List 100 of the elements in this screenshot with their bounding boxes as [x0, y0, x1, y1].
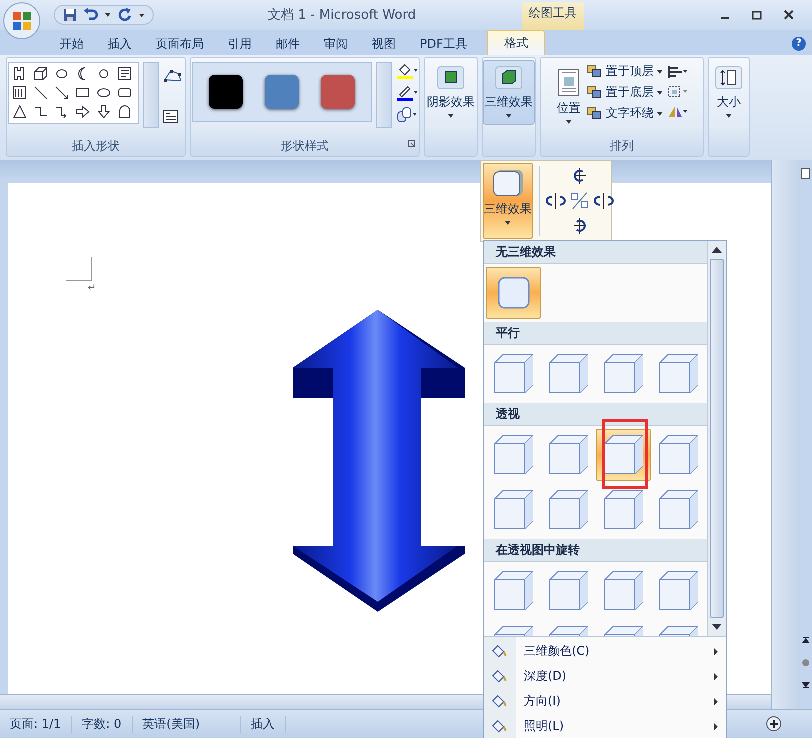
vertical-scrollbar[interactable]	[771, 160, 800, 709]
shapes-gallery[interactable]	[8, 62, 138, 124]
change-shape-icon[interactable]	[396, 106, 418, 124]
fill-color-icon[interactable]	[396, 62, 418, 80]
3d-toggle-icon[interactable]	[570, 191, 590, 211]
ribbon-tab[interactable]: PDF工具	[408, 33, 480, 55]
menu-item[interactable]: 方向(I)	[484, 689, 726, 714]
shape-icon[interactable]	[116, 66, 132, 82]
cube-icon	[602, 434, 644, 476]
ribbon-tab[interactable]: 邮件	[264, 33, 312, 55]
status-item[interactable]: 字数: 0	[72, 716, 133, 732]
shape-icon[interactable]	[12, 85, 28, 101]
cube-icon	[602, 570, 644, 612]
maximize-icon[interactable]	[752, 10, 762, 20]
dialog-launcher-icon[interactable]	[408, 140, 416, 148]
paragraph-mark: ↵	[88, 283, 96, 294]
status-item[interactable]: 页面: 1/1	[0, 716, 72, 732]
shape-icon[interactable]	[32, 85, 48, 101]
shape-icon[interactable]	[116, 104, 132, 120]
cube-icon	[658, 489, 700, 531]
style-swatch[interactable]	[265, 75, 299, 109]
caret-icon	[448, 114, 454, 118]
redo-icon[interactable]	[117, 8, 133, 22]
rotate-icon[interactable]	[667, 105, 689, 119]
edit-points-icon[interactable]	[162, 68, 184, 84]
cube-icon	[602, 489, 644, 531]
menu-item[interactable]: 深度(D)	[484, 664, 726, 689]
highlight-frame	[602, 419, 648, 489]
size-button[interactable]: 大小	[712, 60, 746, 125]
3d-preset-option[interactable]	[486, 267, 541, 319]
arrange-command[interactable]: 置于顶层	[585, 62, 665, 81]
next-page-icon[interactable]	[802, 681, 810, 689]
submenu-arrow-icon	[714, 698, 718, 706]
shape-icon[interactable]	[96, 104, 112, 120]
shape-icon[interactable]	[32, 66, 48, 82]
3d-effects-button[interactable]: 三维效果	[483, 60, 535, 125]
caret-icon	[726, 114, 732, 118]
caret-icon	[657, 70, 663, 74]
window-title: 文档 1 - Microsoft Word	[268, 7, 416, 24]
shape-icon[interactable]	[12, 66, 28, 82]
shape-icon[interactable]	[12, 104, 28, 120]
menu-item[interactable]: 照明(L)	[484, 714, 726, 738]
help-icon[interactable]: ?	[792, 37, 806, 51]
cube-icon	[494, 65, 524, 91]
previous-page-icon[interactable]	[802, 637, 810, 645]
cube-icon	[658, 353, 700, 395]
shape-icon[interactable]	[54, 85, 70, 101]
align-icon[interactable]	[667, 65, 689, 79]
caret-icon	[505, 221, 511, 225]
style-gallery[interactable]	[192, 62, 372, 122]
scroll-down-icon[interactable]	[712, 624, 722, 630]
gallery-scrollbar[interactable]	[142, 62, 158, 128]
menu-icon	[490, 718, 508, 736]
style-swatch[interactable]	[321, 75, 355, 109]
text-box-icon[interactable]	[162, 110, 178, 124]
group-icon[interactable]	[667, 85, 689, 99]
scroll-up-icon[interactable]	[712, 247, 722, 253]
status-item[interactable]: 插入	[241, 716, 286, 732]
caret-icon	[506, 114, 512, 118]
close-icon[interactable]	[784, 10, 794, 20]
position-button[interactable]: 位置	[555, 64, 583, 131]
cube-icon	[548, 489, 590, 531]
status-item[interactable]: 英语(美国)	[132, 716, 242, 732]
tilt-right-icon[interactable]	[594, 191, 614, 211]
tilt-left-icon[interactable]	[546, 191, 566, 211]
gallery-scrollbar[interactable]	[376, 62, 392, 128]
cube-icon	[658, 570, 700, 612]
menu-item[interactable]: 三维颜色(C)	[484, 639, 726, 664]
menu-icon	[490, 642, 508, 660]
save-icon[interactable]	[63, 8, 77, 22]
caret-icon	[657, 112, 663, 116]
ribbon-tab[interactable]: 页面布局	[144, 33, 216, 55]
cube-icon	[548, 353, 590, 395]
gallery-scrollbar[interactable]	[707, 241, 726, 636]
style-swatch[interactable]	[209, 75, 243, 109]
ruler-toggle-icon[interactable]	[801, 168, 811, 180]
size-icon	[714, 65, 744, 91]
arrange-command[interactable]: 文字环绕	[585, 104, 665, 123]
ribbon-tab[interactable]: 引用	[216, 33, 264, 55]
3d-effects-button[interactable]: 三维效果	[483, 163, 533, 239]
ribbon-tab[interactable]: 插入	[96, 33, 144, 55]
zoom-in-icon[interactable]	[766, 716, 782, 732]
caret-icon[interactable]	[105, 13, 111, 17]
layers-icon	[587, 106, 603, 120]
shape-icon[interactable]	[74, 104, 90, 120]
customize-icon[interactable]	[139, 13, 145, 17]
ribbon-tab[interactable]: 视图	[360, 33, 408, 55]
line-color-icon[interactable]	[396, 84, 418, 102]
submenu-arrow-icon	[714, 648, 718, 656]
margin-corner-mark	[66, 257, 92, 281]
undo-icon[interactable]	[83, 8, 99, 22]
arrange-command[interactable]: 置于底层	[585, 83, 665, 102]
gallery-section-header: 在透视图中旋转	[484, 539, 707, 562]
caret-icon	[657, 90, 663, 94]
context-tab-header: 绘图工具	[522, 2, 584, 30]
ribbon-tab[interactable]: 开始	[48, 33, 96, 55]
ribbon-tab[interactable]: 格式	[487, 30, 546, 55]
shadow-effects-button[interactable]: 阴影效果	[425, 60, 477, 125]
scroll-thumb[interactable]	[710, 259, 724, 618]
ribbon-tab[interactable]: 审阅	[312, 33, 360, 55]
